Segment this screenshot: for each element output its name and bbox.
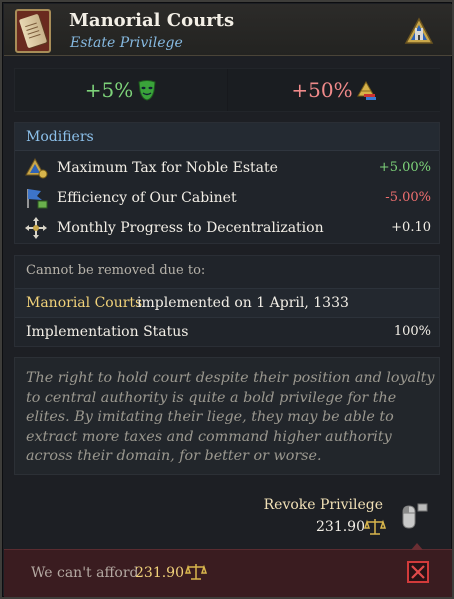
modifier-row: Efficiency of Our Cabinet -5.00%: [15, 183, 439, 213]
privilege-description: The right to hold court despite their po…: [26, 370, 435, 464]
modifier-value: -5.00%: [385, 190, 431, 205]
modifier-label: Maximum Tax for Noble Estate: [57, 160, 278, 176]
influence-effect: +50%: [228, 69, 440, 111]
modifier-row: Monthly Progress to Decentralization +0.…: [15, 213, 439, 243]
loyalty-effect: +5%: [15, 69, 227, 111]
modifiers-header: Modifiers: [15, 123, 439, 151]
influence-effect-value: +50%: [291, 78, 353, 102]
modifier-value: +0.10: [391, 220, 431, 235]
green-mask-icon: [138, 80, 156, 101]
mouse-click-icon: [402, 503, 428, 529]
scroll-icon: [15, 9, 51, 53]
footer-notch: [411, 543, 423, 550]
noble-tax-icon: [25, 157, 48, 179]
implementation-status-row: Implementation Status 100%: [15, 317, 439, 346]
scales-icon: [185, 564, 207, 580]
modifier-label: Monthly Progress to Decentralization: [57, 220, 324, 236]
privilege-type-subtitle: Estate Privilege: [70, 35, 183, 51]
implementation-status-label: Implementation Status: [26, 324, 189, 340]
implemented-date-text: implemented on 1 April, 1333: [137, 295, 349, 311]
implementation-date-row: Manorial Courts implemented on 1 April, …: [15, 288, 439, 317]
cabinet-flag-icon: [27, 189, 48, 209]
modifier-label: Efficiency of Our Cabinet: [57, 190, 237, 206]
pyramid-power-icon: [356, 80, 376, 100]
modifiers-section: Modifiers Maximum Tax for Noble Estate +…: [14, 122, 440, 244]
revoke-privilege-label[interactable]: Revoke Privilege: [264, 497, 383, 513]
privilege-name-link[interactable]: Manorial Courts: [26, 295, 142, 311]
privilege-tooltip-panel: Manorial Courts Estate Privilege +5% +50…: [0, 0, 454, 599]
close-x-icon[interactable]: [407, 561, 429, 583]
implementation-status-value: 100%: [393, 324, 431, 339]
panel-header: Manorial Courts Estate Privilege: [4, 4, 452, 56]
decentralization-arrows-icon: [25, 217, 47, 239]
nobility-estate-icon: [404, 17, 434, 44]
revoke-cost-value: 231.90: [316, 519, 365, 535]
modifiers-title: Modifiers: [26, 129, 94, 145]
removal-conditions-section: Cannot be removed due to: Manorial Court…: [14, 255, 440, 347]
cannot-afford-label: We can't afford: [31, 565, 139, 581]
scales-icon: [364, 519, 386, 535]
privilege-effects-bar: +5% +50%: [14, 68, 440, 112]
close-x-glyph: [411, 565, 425, 579]
cannot-afford-value: 231.90: [135, 565, 184, 581]
loyalty-effect-value: +5%: [84, 78, 134, 102]
cannot-remove-heading: Cannot be removed due to:: [26, 263, 206, 278]
privilege-title: Manorial Courts: [69, 10, 235, 31]
description-box: The right to hold court despite their po…: [14, 357, 440, 475]
modifier-value: +5.00%: [378, 160, 431, 175]
cannot-afford-footer: We can't afford 231.90: [4, 549, 452, 597]
modifier-row: Maximum Tax for Noble Estate +5.00%: [15, 153, 439, 183]
